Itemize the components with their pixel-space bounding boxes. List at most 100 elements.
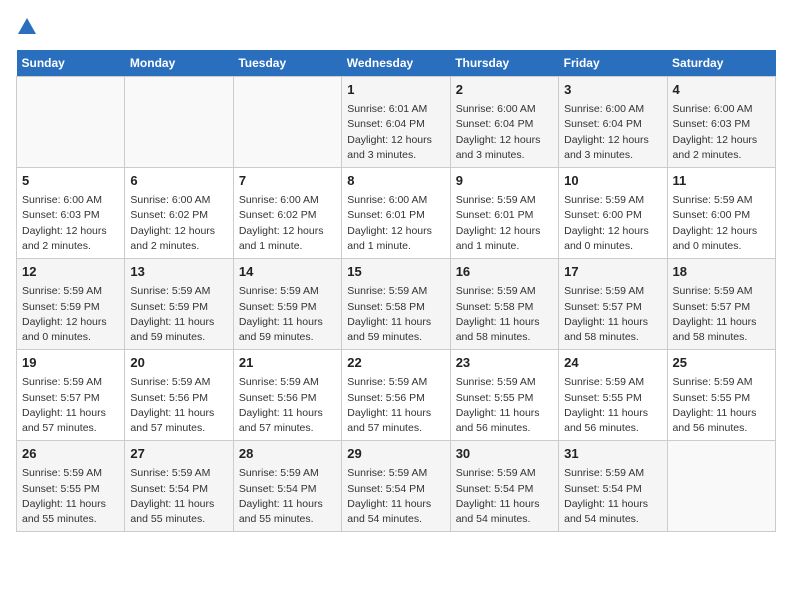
calendar-cell: 13 Sunrise: 5:59 AM Sunset: 5:59 PM Dayli… bbox=[125, 259, 233, 350]
day-info: Sunrise: 5:59 AM Sunset: 5:57 PM Dayligh… bbox=[22, 375, 119, 436]
day-number: 27 bbox=[130, 445, 227, 463]
day-number: 1 bbox=[347, 81, 444, 99]
day-number: 25 bbox=[673, 354, 770, 372]
day-info: Sunrise: 5:59 AM Sunset: 5:54 PM Dayligh… bbox=[456, 466, 553, 527]
day-info: Sunrise: 5:59 AM Sunset: 5:56 PM Dayligh… bbox=[239, 375, 336, 436]
day-number: 22 bbox=[347, 354, 444, 372]
calendar-cell: 30 Sunrise: 5:59 AM Sunset: 5:54 PM Dayli… bbox=[450, 441, 558, 532]
calendar-cell: 8 Sunrise: 6:00 AM Sunset: 6:01 PM Daylig… bbox=[342, 168, 450, 259]
day-info: Sunrise: 6:00 AM Sunset: 6:03 PM Dayligh… bbox=[673, 102, 770, 163]
day-number: 14 bbox=[239, 263, 336, 281]
day-info: Sunrise: 6:00 AM Sunset: 6:02 PM Dayligh… bbox=[239, 193, 336, 254]
day-info: Sunrise: 5:59 AM Sunset: 5:56 PM Dayligh… bbox=[130, 375, 227, 436]
day-info: Sunrise: 5:59 AM Sunset: 5:55 PM Dayligh… bbox=[22, 466, 119, 527]
calendar-cell: 12 Sunrise: 5:59 AM Sunset: 5:59 PM Dayli… bbox=[17, 259, 125, 350]
weekday-header-saturday: Saturday bbox=[667, 50, 775, 77]
day-number: 26 bbox=[22, 445, 119, 463]
calendar-cell: 24 Sunrise: 5:59 AM Sunset: 5:55 PM Dayli… bbox=[559, 350, 667, 441]
calendar-cell: 17 Sunrise: 5:59 AM Sunset: 5:57 PM Dayli… bbox=[559, 259, 667, 350]
calendar-cell: 6 Sunrise: 6:00 AM Sunset: 6:02 PM Daylig… bbox=[125, 168, 233, 259]
day-info: Sunrise: 5:59 AM Sunset: 5:55 PM Dayligh… bbox=[673, 375, 770, 436]
calendar-cell: 29Sunrise: 5:59 AM Sunset: 5:54 PM Dayli… bbox=[342, 441, 450, 532]
day-info: Sunrise: 6:00 AM Sunset: 6:01 PM Dayligh… bbox=[347, 193, 444, 254]
day-number: 6 bbox=[130, 172, 227, 190]
day-info: Sunrise: 5:59 AM Sunset: 5:58 PM Dayligh… bbox=[347, 284, 444, 345]
day-number: 24 bbox=[564, 354, 661, 372]
weekday-header-thursday: Thursday bbox=[450, 50, 558, 77]
day-number: 2 bbox=[456, 81, 553, 99]
day-number: 5 bbox=[22, 172, 119, 190]
calendar-cell: 26 Sunrise: 5:59 AM Sunset: 5:55 PM Dayli… bbox=[17, 441, 125, 532]
calendar-cell: 28 Sunrise: 5:59 AM Sunset: 5:54 PM Dayli… bbox=[233, 441, 341, 532]
day-number: 8 bbox=[347, 172, 444, 190]
logo bbox=[16, 16, 42, 38]
calendar-cell: 5 Sunrise: 6:00 AM Sunset: 6:03 PM Daylig… bbox=[17, 168, 125, 259]
calendar-cell: 23 Sunrise: 5:59 AM Sunset: 5:55 PM Dayli… bbox=[450, 350, 558, 441]
day-info: Sunrise: 5:59 AM Sunset: 5:54 PM Dayligh… bbox=[130, 466, 227, 527]
calendar-cell: 16 Sunrise: 5:59 AM Sunset: 5:58 PM Dayli… bbox=[450, 259, 558, 350]
calendar-cell: 15 Sunrise: 5:59 AM Sunset: 5:58 PM Dayli… bbox=[342, 259, 450, 350]
day-info: Sunrise: 6:00 AM Sunset: 6:04 PM Dayligh… bbox=[456, 102, 553, 163]
weekday-header-monday: Monday bbox=[125, 50, 233, 77]
calendar-cell: 19 Sunrise: 5:59 AM Sunset: 5:57 PM Dayli… bbox=[17, 350, 125, 441]
day-number: 30 bbox=[456, 445, 553, 463]
calendar-cell: 10 Sunrise: 5:59 AM Sunset: 6:00 PM Dayli… bbox=[559, 168, 667, 259]
weekday-header-wednesday: Wednesday bbox=[342, 50, 450, 77]
weekday-header-sunday: Sunday bbox=[17, 50, 125, 77]
day-number: 19 bbox=[22, 354, 119, 372]
calendar-cell: 3 Sunrise: 6:00 AM Sunset: 6:04 PM Daylig… bbox=[559, 77, 667, 168]
calendar-cell: 11 Sunrise: 5:59 AM Sunset: 6:00 PM Dayli… bbox=[667, 168, 775, 259]
day-number: 15 bbox=[347, 263, 444, 281]
day-info: Sunrise: 5:59 AM Sunset: 5:58 PM Dayligh… bbox=[456, 284, 553, 345]
day-info: Sunrise: 6:00 AM Sunset: 6:03 PM Dayligh… bbox=[22, 193, 119, 254]
calendar-cell: 4 Sunrise: 6:00 AM Sunset: 6:03 PM Daylig… bbox=[667, 77, 775, 168]
weekday-header-tuesday: Tuesday bbox=[233, 50, 341, 77]
day-info: Sunrise: 5:59 AM Sunset: 5:59 PM Dayligh… bbox=[22, 284, 119, 345]
day-info: Sunrise: 5:59 AM Sunset: 5:55 PM Dayligh… bbox=[456, 375, 553, 436]
calendar-cell bbox=[17, 77, 125, 168]
day-number: 11 bbox=[673, 172, 770, 190]
calendar-cell: 9 Sunrise: 5:59 AM Sunset: 6:01 PM Daylig… bbox=[450, 168, 558, 259]
logo-icon bbox=[16, 16, 38, 38]
day-info: Sunrise: 5:59 AM Sunset: 5:55 PM Dayligh… bbox=[564, 375, 661, 436]
day-number: 4 bbox=[673, 81, 770, 99]
day-info: Sunrise: 5:59 AM Sunset: 5:57 PM Dayligh… bbox=[673, 284, 770, 345]
day-number: 18 bbox=[673, 263, 770, 281]
day-info: Sunrise: 5:59 AM Sunset: 5:54 PM Dayligh… bbox=[347, 466, 444, 527]
header bbox=[16, 16, 776, 38]
day-number: 13 bbox=[130, 263, 227, 281]
calendar-cell bbox=[667, 441, 775, 532]
calendar-cell bbox=[125, 77, 233, 168]
calendar-cell: 1 Sunrise: 6:01 AM Sunset: 6:04 PM Daylig… bbox=[342, 77, 450, 168]
calendar-cell: 2 Sunrise: 6:00 AM Sunset: 6:04 PM Daylig… bbox=[450, 77, 558, 168]
day-info: Sunrise: 5:59 AM Sunset: 5:59 PM Dayligh… bbox=[239, 284, 336, 345]
day-info: Sunrise: 5:59 AM Sunset: 5:59 PM Dayligh… bbox=[130, 284, 227, 345]
calendar-cell: 18 Sunrise: 5:59 AM Sunset: 5:57 PM Dayli… bbox=[667, 259, 775, 350]
day-number: 20 bbox=[130, 354, 227, 372]
day-number: 21 bbox=[239, 354, 336, 372]
calendar-cell: 27 Sunrise: 5:59 AM Sunset: 5:54 PM Dayli… bbox=[125, 441, 233, 532]
calendar-cell: 20 Sunrise: 5:59 AM Sunset: 5:56 PM Dayli… bbox=[125, 350, 233, 441]
day-number: 28 bbox=[239, 445, 336, 463]
day-info: Sunrise: 5:59 AM Sunset: 5:54 PM Dayligh… bbox=[239, 466, 336, 527]
day-number: 16 bbox=[456, 263, 553, 281]
day-number: 9 bbox=[456, 172, 553, 190]
day-info: Sunrise: 5:59 AM Sunset: 5:57 PM Dayligh… bbox=[564, 284, 661, 345]
calendar-cell: 14 Sunrise: 5:59 AM Sunset: 5:59 PM Dayli… bbox=[233, 259, 341, 350]
day-info: Sunrise: 5:59 AM Sunset: 5:54 PM Dayligh… bbox=[564, 466, 661, 527]
day-number: 17 bbox=[564, 263, 661, 281]
day-info: Sunrise: 5:59 AM Sunset: 6:00 PM Dayligh… bbox=[564, 193, 661, 254]
day-info: Sunrise: 6:00 AM Sunset: 6:04 PM Dayligh… bbox=[564, 102, 661, 163]
day-number: 12 bbox=[22, 263, 119, 281]
day-info: Sunrise: 5:59 AM Sunset: 6:00 PM Dayligh… bbox=[673, 193, 770, 254]
day-number: 7 bbox=[239, 172, 336, 190]
day-info: Sunrise: 6:00 AM Sunset: 6:02 PM Dayligh… bbox=[130, 193, 227, 254]
calendar-cell: 22Sunrise: 5:59 AM Sunset: 5:56 PM Dayli… bbox=[342, 350, 450, 441]
calendar-cell bbox=[233, 77, 341, 168]
day-info: Sunrise: 5:59 AM Sunset: 6:01 PM Dayligh… bbox=[456, 193, 553, 254]
day-info: Sunrise: 6:01 AM Sunset: 6:04 PM Dayligh… bbox=[347, 102, 444, 163]
calendar-cell: 7 Sunrise: 6:00 AM Sunset: 6:02 PM Daylig… bbox=[233, 168, 341, 259]
day-number: 10 bbox=[564, 172, 661, 190]
day-number: 3 bbox=[564, 81, 661, 99]
day-number: 23 bbox=[456, 354, 553, 372]
